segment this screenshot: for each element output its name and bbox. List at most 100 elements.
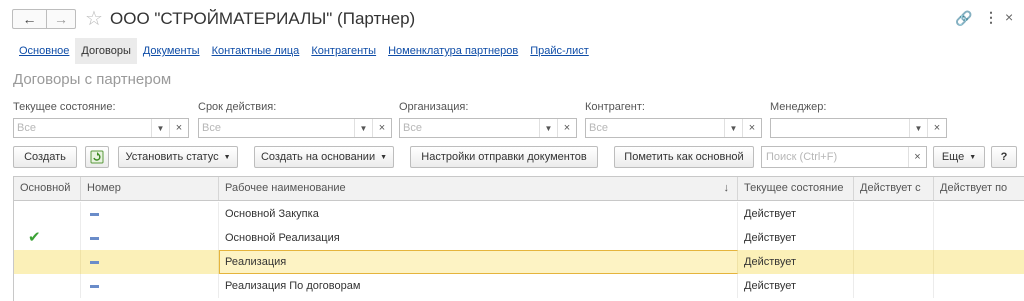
cell-valid-from bbox=[854, 250, 934, 274]
contract-icon bbox=[90, 284, 99, 288]
cell-state: Действует bbox=[738, 226, 854, 250]
filter-label-state: Текущее состояние: bbox=[13, 101, 116, 113]
table-row[interactable]: Основной Закупка Действует bbox=[14, 202, 1024, 226]
clear-icon[interactable]: × bbox=[927, 119, 946, 137]
contracts-table: Основной Номер Рабочее наименование ↓ Те… bbox=[13, 176, 1024, 301]
star-icon[interactable]: ☆ bbox=[85, 6, 103, 31]
cell-state: Действует bbox=[738, 250, 854, 274]
close-icon[interactable]: × bbox=[1005, 9, 1013, 25]
send-settings-label: Настройки отправки документов bbox=[421, 151, 587, 163]
chevron-down-icon: ▼ bbox=[380, 153, 388, 161]
create-button-label: Создать bbox=[24, 151, 66, 163]
tab-documents[interactable]: Документы bbox=[137, 38, 206, 64]
cell-main bbox=[14, 202, 81, 226]
filter-label-counterparty: Контрагент: bbox=[585, 101, 645, 113]
create-button[interactable]: Создать bbox=[13, 146, 77, 168]
clear-icon[interactable]: × bbox=[908, 147, 926, 167]
more-vertical-icon[interactable]: ⋮ bbox=[984, 9, 998, 26]
tab-price-list[interactable]: Прайс-лист bbox=[524, 38, 595, 64]
arrow-right-icon: → bbox=[54, 11, 68, 27]
help-label: ? bbox=[1000, 151, 1008, 163]
tab-counterparties[interactable]: Контрагенты bbox=[305, 38, 382, 64]
filter-period-value: Все bbox=[202, 122, 221, 134]
contract-icon bbox=[90, 236, 99, 240]
column-header-main[interactable]: Основной bbox=[14, 177, 81, 200]
clear-icon[interactable]: × bbox=[742, 119, 761, 137]
send-settings-button[interactable]: Настройки отправки документов bbox=[410, 146, 598, 168]
cell-number bbox=[81, 274, 219, 298]
more-label: Еще bbox=[941, 151, 965, 163]
section-title: Договоры с партнером bbox=[13, 71, 172, 88]
mark-main-button[interactable]: Пометить как основной bbox=[614, 146, 754, 168]
link-icon[interactable]: 🔗 bbox=[955, 10, 972, 27]
filter-label-period: Срок действия: bbox=[198, 101, 277, 113]
search-placeholder: Поиск (Ctrl+F) bbox=[766, 151, 838, 163]
set-status-button[interactable]: Установить статус ▼ bbox=[118, 146, 238, 168]
contract-icon bbox=[90, 260, 99, 264]
tab-partner-nomenclature[interactable]: Номенклатура партнеров bbox=[382, 38, 524, 64]
title-bar: ← → ☆ ООО "СТРОЙМАТЕРИАЛЫ" (Партнер) 🔗 ⋮… bbox=[0, 0, 1024, 36]
filter-counterparty-field[interactable]: Все ▼ × bbox=[585, 118, 762, 138]
mark-main-label: Пометить как основной bbox=[624, 151, 744, 163]
tab-bar: Основное Договоры Документы Контактные л… bbox=[13, 38, 595, 64]
filter-organization-value: Все bbox=[403, 122, 422, 134]
column-header-state[interactable]: Текущее состояние bbox=[738, 177, 854, 200]
filter-label-manager: Менеджер: bbox=[770, 101, 827, 113]
cell-valid-to bbox=[934, 250, 1024, 274]
window-title: ООО "СТРОЙМАТЕРИАЛЫ" (Партнер) bbox=[110, 9, 416, 28]
dropdown-icon[interactable]: ▼ bbox=[539, 119, 557, 137]
create-based-on-label: Создать на основании bbox=[260, 151, 376, 163]
chevron-down-icon: ▼ bbox=[223, 153, 231, 161]
column-header-valid-to[interactable]: Действует по bbox=[934, 177, 1024, 200]
cell-name-focused[interactable]: Реализация bbox=[219, 250, 738, 274]
more-button[interactable]: Еще ▼ bbox=[933, 146, 985, 168]
filter-counterparty-value: Все bbox=[589, 122, 608, 134]
cell-state: Действует bbox=[738, 274, 854, 298]
cell-main bbox=[14, 250, 81, 274]
filter-label-organization: Организация: bbox=[399, 101, 469, 113]
cell-name: Основной Реализация bbox=[219, 226, 738, 250]
filter-period-field[interactable]: Все ▼ × bbox=[198, 118, 392, 138]
column-header-name[interactable]: Рабочее наименование ↓ bbox=[219, 177, 738, 200]
cell-valid-to bbox=[934, 226, 1024, 250]
set-status-label: Установить статус bbox=[125, 151, 219, 163]
chevron-down-icon: ▼ bbox=[969, 153, 977, 161]
dropdown-icon[interactable]: ▼ bbox=[151, 119, 169, 137]
cell-state: Действует bbox=[738, 202, 854, 226]
column-header-number[interactable]: Номер bbox=[81, 177, 219, 200]
arrow-left-icon: ← bbox=[22, 11, 37, 27]
tab-contracts[interactable]: Договоры bbox=[75, 38, 137, 64]
tab-main[interactable]: Основное bbox=[13, 38, 75, 64]
dropdown-icon[interactable]: ▼ bbox=[909, 119, 927, 137]
table-row-selected[interactable]: Реализация Действует bbox=[14, 250, 1024, 274]
filter-state-value: Все bbox=[17, 122, 36, 134]
sort-down-icon: ↓ bbox=[723, 182, 730, 194]
table-row[interactable]: ✔ Основной Реализация Действует bbox=[14, 226, 1024, 250]
cell-main bbox=[14, 274, 81, 298]
checkmark-icon: ✔ bbox=[28, 229, 41, 246]
cell-valid-to bbox=[934, 274, 1024, 298]
column-header-name-label: Рабочее наименование bbox=[225, 182, 346, 194]
dropdown-icon[interactable]: ▼ bbox=[354, 119, 372, 137]
filter-state-field[interactable]: Все ▼ × bbox=[13, 118, 189, 138]
help-button[interactable]: ? bbox=[991, 146, 1017, 168]
clear-icon[interactable]: × bbox=[372, 119, 391, 137]
cell-number bbox=[81, 202, 219, 226]
table-row[interactable]: Реализация По договорам Действует bbox=[14, 274, 1024, 298]
cell-name: Основной Закупка bbox=[219, 202, 738, 226]
tab-contacts[interactable]: Контактные лица bbox=[206, 38, 306, 64]
create-based-on-button[interactable]: Создать на основании ▼ bbox=[254, 146, 394, 168]
cell-valid-from bbox=[854, 202, 934, 226]
back-button[interactable]: ← bbox=[12, 9, 47, 29]
clear-icon[interactable]: × bbox=[557, 119, 576, 137]
dropdown-icon[interactable]: ▼ bbox=[724, 119, 742, 137]
forward-button[interactable]: → bbox=[46, 9, 76, 29]
filter-manager-field[interactable]: ▼ × bbox=[770, 118, 947, 138]
cell-number bbox=[81, 250, 219, 274]
search-input[interactable]: Поиск (Ctrl+F) × bbox=[761, 146, 927, 168]
refresh-icon bbox=[90, 150, 104, 164]
filter-organization-field[interactable]: Все ▼ × bbox=[399, 118, 577, 138]
clear-icon[interactable]: × bbox=[169, 119, 188, 137]
column-header-valid-from[interactable]: Действует с bbox=[854, 177, 934, 200]
refresh-button[interactable] bbox=[85, 146, 109, 168]
